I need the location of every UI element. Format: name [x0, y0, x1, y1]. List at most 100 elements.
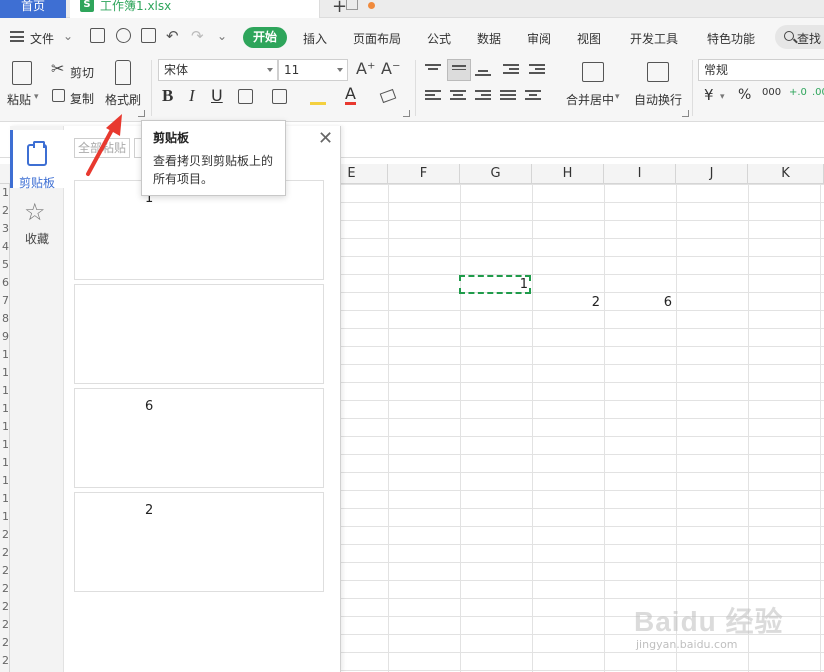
row-header[interactable]: 1 [0, 384, 10, 397]
distributed-icon[interactable] [525, 90, 541, 104]
format-painter-button[interactable]: 格式刷 [105, 91, 141, 108]
alignment-launcher-icon[interactable] [682, 110, 689, 117]
align-center-icon[interactable] [450, 90, 466, 104]
row-header[interactable]: 5 [0, 258, 10, 271]
row-header[interactable]: 8 [0, 312, 10, 325]
row-header[interactable]: 1 [0, 402, 10, 415]
font-color-icon[interactable]: A [345, 85, 356, 105]
row-header[interactable]: 2 [0, 636, 10, 649]
scissors-icon[interactable]: ✂ [51, 59, 64, 78]
row-header[interactable]: 1 [0, 492, 10, 505]
percent-button[interactable]: % [738, 87, 751, 103]
column-header-k[interactable]: K [748, 164, 824, 184]
fill-color-icon[interactable] [310, 89, 326, 105]
row-header[interactable]: 4 [0, 240, 10, 253]
column-header-h[interactable]: H [532, 164, 604, 184]
paste-icon[interactable] [12, 61, 32, 85]
fill-pattern-icon[interactable] [272, 89, 287, 104]
currency-button[interactable]: ¥ [704, 86, 714, 104]
align-left-icon[interactable] [425, 90, 441, 104]
print-preview-icon[interactable] [141, 28, 156, 43]
close-icon[interactable]: ✕ [318, 130, 333, 148]
row-header[interactable]: 7 [0, 294, 10, 307]
increase-decimal-button[interactable]: +.0 [789, 87, 807, 98]
increase-indent-icon[interactable] [529, 64, 545, 78]
thousands-button[interactable]: 000 [762, 87, 781, 98]
row-header[interactable]: 1 [0, 474, 10, 487]
export-icon[interactable] [116, 28, 131, 43]
align-right-icon[interactable] [475, 90, 491, 104]
row-header[interactable]: 9 [0, 330, 10, 343]
align-top-icon[interactable] [425, 64, 441, 78]
align-middle-icon[interactable] [447, 59, 471, 81]
undo-icon[interactable]: ↶ [166, 27, 179, 45]
font-name-combo[interactable]: 宋体 [158, 59, 278, 81]
save-icon[interactable] [90, 28, 105, 43]
row-header[interactable]: 2 [0, 564, 10, 577]
merge-center-button[interactable]: 合并居中 [566, 91, 614, 108]
font-size-combo[interactable]: 11 [278, 59, 348, 81]
menu-tab-features[interactable]: 特色功能 [707, 30, 755, 47]
paste-button[interactable]: 粘贴 [7, 91, 31, 108]
row-header[interactable]: 1 [0, 456, 10, 469]
wrap-text-icon[interactable] [647, 62, 669, 82]
pane-tab-favorites[interactable]: 收藏 [10, 230, 64, 247]
row-header[interactable]: 1 [0, 510, 10, 523]
cut-button[interactable]: 剪切 [70, 64, 94, 81]
redo-icon[interactable]: ↷ [191, 27, 204, 45]
customize-quickbar-icon[interactable]: ⌄ [217, 29, 227, 43]
copy-button[interactable]: 复制 [70, 90, 94, 107]
eraser-icon[interactable] [379, 88, 397, 104]
menu-tab-data[interactable]: 数据 [477, 30, 501, 47]
clipboard-launcher-icon[interactable] [138, 110, 145, 117]
decrease-indent-icon[interactable] [503, 64, 519, 78]
paste-options-icon[interactable]: ▾ [34, 92, 39, 102]
wrap-text-button[interactable]: 自动换行 [634, 91, 682, 108]
row-header[interactable]: 2 [0, 600, 10, 613]
search-box[interactable]: 查找 [775, 25, 824, 49]
row-header[interactable]: 1 [0, 438, 10, 451]
column-header-i[interactable]: I [604, 164, 676, 184]
row-header[interactable]: 2 [0, 546, 10, 559]
row-header[interactable]: 2 [0, 582, 10, 595]
increase-font-icon[interactable]: A⁺ [356, 59, 375, 78]
column-header-f[interactable]: F [388, 164, 460, 184]
justify-icon[interactable] [500, 90, 516, 104]
column-header-j[interactable]: J [676, 164, 748, 184]
bold-button[interactable]: B [162, 86, 173, 106]
format-painter-icon[interactable] [115, 60, 131, 85]
row-header[interactable]: 2 [0, 528, 10, 541]
cell-i8[interactable]: 6 [604, 295, 672, 310]
pane-tab-clipboard[interactable]: 剪贴板 [10, 130, 64, 190]
pin-icon[interactable] [346, 0, 358, 10]
clipboard-item[interactable] [74, 284, 324, 384]
row-header[interactable]: 2 [0, 654, 10, 667]
row-header[interactable]: 2 [0, 204, 10, 217]
row-header[interactable]: 3 [0, 222, 10, 235]
column-header-g[interactable]: G [460, 164, 532, 184]
row-header[interactable]: 1 [0, 366, 10, 379]
menu-tab-view[interactable]: 视图 [577, 30, 601, 47]
menu-tab-developer[interactable]: 开发工具 [630, 30, 678, 47]
chevron-down-icon[interactable]: ▾ [720, 92, 725, 102]
tab-home[interactable]: 首页 [0, 0, 66, 18]
menu-file[interactable]: 文件 [30, 30, 54, 47]
align-bottom-icon[interactable] [475, 66, 491, 80]
menu-tab-start[interactable]: 开始 [243, 27, 287, 48]
tab-document[interactable]: S 工作簿1.xlsx [70, 0, 375, 18]
cell-g7[interactable]: 1 [460, 277, 528, 292]
chevron-down-icon[interactable]: ⌄ [63, 29, 73, 43]
star-icon[interactable]: ☆ [24, 200, 46, 224]
hamburger-menu-icon[interactable] [10, 31, 24, 42]
add-tab-button[interactable]: + [332, 0, 347, 17]
border-icon[interactable] [238, 89, 253, 104]
decrease-font-icon[interactable]: A⁻ [381, 59, 400, 78]
italic-button[interactable]: I [189, 86, 195, 106]
underline-button[interactable]: U [211, 86, 223, 105]
decrease-decimal-button[interactable]: .00 [812, 87, 824, 98]
number-format-combo[interactable]: 常规 [698, 59, 824, 81]
row-header[interactable]: 2 [0, 618, 10, 631]
row-header[interactable]: 1 [0, 420, 10, 433]
menu-tab-insert[interactable]: 插入 [303, 30, 327, 47]
clipboard-item[interactable]: 2 [74, 492, 324, 592]
